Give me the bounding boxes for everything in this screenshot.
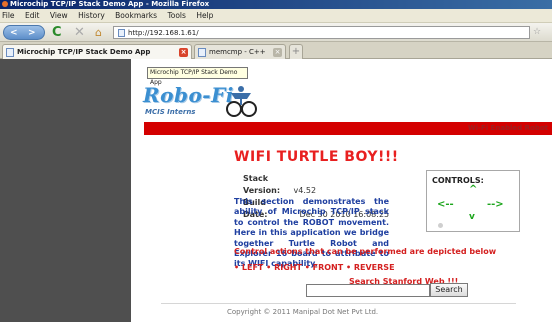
banner-bar: Wi-Fi Enabled Robot <box>144 122 552 135</box>
description-text: This section demonstrates the ability of… <box>234 197 389 269</box>
back-arrow-icon[interactable]: < <box>10 26 18 40</box>
url-text: http://192.168.1.61/ <box>128 29 199 37</box>
page-title: WIFI TURTLE BOY!!! <box>234 149 399 165</box>
tab-demo-app[interactable]: Microchip TCP/IP Stack Demo App × <box>2 44 192 59</box>
menu-tools[interactable]: Tools <box>167 11 185 20</box>
back-forward-button[interactable]: < > <box>3 25 45 40</box>
tooltip: Microchip TCP/IP Stack Demo App <box>147 67 248 86</box>
control-left-button[interactable]: <-- <box>437 199 454 210</box>
menu-file[interactable]: File <box>2 11 15 20</box>
url-bar[interactable]: http://192.168.1.61/ <box>113 26 530 39</box>
tab-bar: Microchip TCP/IP Stack Demo App × memcmp… <box>0 42 552 70</box>
menu-edit[interactable]: Edit <box>25 11 40 20</box>
robot-logo-icon <box>226 86 257 117</box>
menu-bookmarks[interactable]: Bookmarks <box>115 11 157 20</box>
search-button[interactable]: Search <box>430 283 468 297</box>
page-icon <box>118 29 125 37</box>
bookmark-star-icon[interactable]: ☆ <box>533 27 541 37</box>
tab-close-icon[interactable]: × <box>273 48 282 57</box>
menu-history[interactable]: History <box>78 11 105 20</box>
controls-panel: CONTROLS: ^ <-- --> v <box>426 170 520 232</box>
page-content: Microchip TCP/IP Stack Demo App Robo-Fi … <box>131 59 552 322</box>
tab-label: Microchip TCP/IP Stack Demo App <box>17 48 151 56</box>
tab-page-icon <box>6 47 14 57</box>
firefox-icon <box>2 1 8 7</box>
robo-fi-logo: Robo-Fi MCIS Interns <box>143 81 273 121</box>
divider <box>161 303 516 304</box>
logo-subtitle: MCIS Interns <box>145 108 196 116</box>
control-right-button[interactable]: --> <box>487 199 504 210</box>
menu-help[interactable]: Help <box>196 11 213 20</box>
tab-page-icon <box>198 47 206 57</box>
search-input[interactable] <box>306 284 430 297</box>
control-up-button[interactable]: ^ <box>469 184 477 195</box>
menu-bar: File Edit View History Bookmarks Tools H… <box>0 9 552 23</box>
new-tab-button[interactable]: + <box>289 44 303 59</box>
stop-icon[interactable]: ✕ <box>74 25 88 40</box>
window-titlebar: Microchip TCP/IP Stack Demo App - Mozill… <box>0 0 552 9</box>
home-icon[interactable]: ⌂ <box>95 25 109 40</box>
status-dot-icon <box>438 223 443 228</box>
forward-arrow-icon[interactable]: > <box>28 26 36 40</box>
left-panel <box>0 59 131 322</box>
menu-view[interactable]: View <box>50 11 68 20</box>
reload-icon[interactable]: C <box>52 25 66 40</box>
tab-memcmp[interactable]: memcmp - C++ Reference × <box>194 44 286 70</box>
navigation-toolbar: < > C ✕ ⌂ http://192.168.1.61/ ☆ <box>0 23 552 42</box>
stack-version-label: Stack Version: <box>243 174 281 195</box>
actions-intro: Control actions that can be performed ar… <box>234 247 497 256</box>
banner-text: Wi-Fi Enabled Robot <box>467 124 548 132</box>
copyright-text: Copyright © 2011 Manipal Dot Net Pvt Ltd… <box>227 308 379 316</box>
control-down-button[interactable]: v <box>469 212 475 222</box>
actions-list: • LEFT • RIGHT • FRONT • REVERSE <box>234 263 395 272</box>
stack-version-value: v4.52 <box>293 186 317 195</box>
window-title: Microchip TCP/IP Stack Demo App - Mozill… <box>10 0 210 8</box>
tab-close-icon[interactable]: × <box>179 48 188 57</box>
